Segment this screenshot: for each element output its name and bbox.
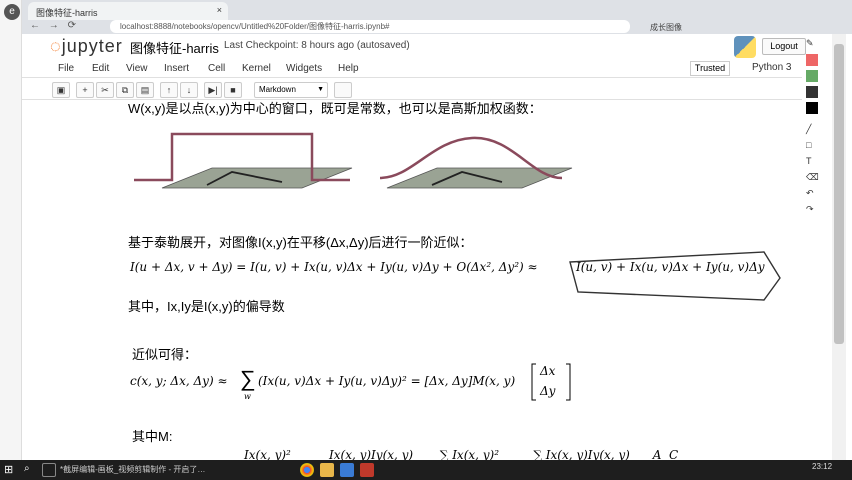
menu-insert[interactable]: Insert — [164, 63, 189, 74]
keyboard-icon[interactable] — [334, 82, 352, 98]
run-icon[interactable]: ▶| — [204, 82, 222, 98]
equation-sum-symbol: ∑ — [240, 366, 256, 391]
undo-icon[interactable]: ↶ — [806, 188, 818, 200]
vector-top: Δx — [540, 364, 556, 378]
line-tool-icon[interactable]: ╱ — [806, 124, 818, 136]
app-icon[interactable] — [360, 463, 374, 477]
move-down-icon[interactable]: ↓ — [180, 82, 198, 98]
tab-title: 图像特征-harris — [36, 8, 98, 18]
notebook-toolbar: ▣ + ✂ ⧉ ▤ ↑ ↓ ▶| ■ ⟳ Markdown ▼ — [22, 80, 802, 100]
logout-button[interactable]: Logout — [762, 38, 806, 55]
folder-icon[interactable] — [320, 463, 334, 477]
pen-icon[interactable]: ✎ — [806, 38, 818, 50]
shape-tool-icon[interactable]: □ — [806, 140, 818, 152]
notebook-title[interactable]: 图像特征-harris — [130, 38, 219, 57]
cell-type-select[interactable]: Markdown ▼ — [254, 82, 328, 98]
address-bar[interactable]: localhost:8888/notebooks/opencv/Untitled… — [110, 20, 630, 33]
paste-icon[interactable]: ▤ — [136, 82, 154, 98]
copy-icon[interactable]: ⧉ — [116, 82, 134, 98]
text-partial-derivatives: 其中，Ix,Iy是I(x,y)的偏导数 — [128, 299, 285, 314]
taskbar-clock: 23:12 — [812, 462, 833, 471]
jupyter-logo-icon: ◌ — [50, 36, 62, 56]
menu-file[interactable]: File — [58, 63, 74, 74]
text-tool-icon[interactable]: T — [806, 156, 818, 168]
menu-kernel[interactable]: Kernel — [242, 63, 271, 74]
equation-matrix-partial: Ix(x, y)² Ix(x, y)Iy(x, y) ∑ Ix(x, y)² ∑… — [244, 448, 679, 460]
window-figures — [134, 132, 573, 189]
add-icon[interactable]: + — [76, 82, 94, 98]
color-swatch-icon[interactable] — [806, 54, 818, 66]
chevron-down-icon: ▼ — [317, 86, 324, 93]
chrome-icon[interactable] — [300, 463, 314, 477]
tab-close-icon[interactable]: × — [217, 5, 222, 15]
windows-start-icon[interactable]: ⊞ — [4, 463, 18, 477]
save-icon[interactable]: ▣ — [52, 82, 70, 98]
text-window-definition: W(x,y)是以点(x,y)为中心的窗口，既可是常数，也可以是高斯加权函数： — [128, 101, 542, 116]
browser-tab[interactable]: 图像特征-harris × — [28, 2, 228, 20]
equation-sum-subscript: w — [244, 392, 251, 401]
color-swatch-icon[interactable] — [806, 102, 818, 114]
text-matrix-m: 其中M: — [132, 429, 173, 444]
eraser-icon[interactable]: ⌫ — [806, 172, 819, 184]
extension-logo-icon[interactable]: e — [4, 4, 20, 20]
annotation-toolbar: ✎ ╱ □ T ⌫ ↶ ↷ — [802, 34, 830, 234]
address-text: localhost:8888/notebooks/opencv/Untitled… — [120, 22, 390, 31]
menu-widgets[interactable]: Widgets — [286, 63, 322, 74]
back-icon[interactable]: ← — [30, 20, 40, 31]
menu-view[interactable]: View — [126, 63, 148, 74]
color-swatch-icon[interactable] — [806, 86, 818, 98]
text-taylor-expansion: 基于泰勒展开，对图像I(x,y)在平移(Δx,Δy)后进行一阶近似： — [128, 235, 473, 250]
browser-chrome: 图像特征-harris × ← → ⟳ localhost:8888/noteb… — [0, 0, 852, 34]
reload-icon[interactable]: ⟳ — [68, 20, 76, 31]
menu-bar: File Edit View Insert Cell Kernel Widget… — [22, 60, 802, 78]
search-icon[interactable]: ⌕ — [24, 463, 38, 477]
python-logo-icon — [734, 36, 756, 58]
right-plane — [386, 167, 573, 189]
menu-help[interactable]: Help — [338, 63, 359, 74]
jupyter-logo[interactable]: ◌jupyter — [50, 36, 123, 57]
equation-taylor-right: I(u, v) + Ix(u, v)Δx + Iy(u, v)Δy — [576, 260, 765, 274]
jupyter-header: ◌jupyter 图像特征-harris Last Checkpoint: 8 … — [22, 34, 806, 60]
vector-bottom: Δy — [540, 384, 556, 398]
kernel-indicator: Python 3 — [752, 62, 792, 73]
checkpoint-status: Last Checkpoint: 8 hours ago (autosaved) — [224, 40, 410, 51]
redo-icon[interactable]: ↷ — [806, 204, 818, 216]
hand-drawn-annotation-box — [569, 251, 781, 301]
extension-sidebar: e — [0, 0, 22, 460]
taskbar-window-title[interactable]: *截屏编辑-画板_视频剪辑制作 - 开启了… — [60, 464, 205, 475]
cut-icon[interactable]: ✂ — [96, 82, 114, 98]
menu-edit[interactable]: Edit — [92, 63, 109, 74]
move-up-icon[interactable]: ↑ — [160, 82, 178, 98]
left-plane — [161, 167, 353, 189]
stop-icon[interactable]: ■ — [224, 82, 242, 98]
forward-icon[interactable]: → — [49, 20, 59, 31]
scrollbar[interactable] — [832, 34, 846, 460]
equation-error-left: c(x, y; Δx, Δy) ≈ — [130, 374, 228, 388]
color-swatch-icon[interactable] — [806, 70, 818, 82]
equation-error-middle: (Ix(u, v)Δx + Iy(u, v)Δy)² = [Δx, Δy]M(x… — [258, 374, 516, 388]
taskview-icon[interactable] — [42, 463, 56, 477]
trusted-badge[interactable]: Trusted — [690, 61, 730, 76]
bookmark-item[interactable]: 成长图像 — [650, 22, 682, 33]
text-approximation: 近似可得： — [132, 347, 198, 362]
equation-taylor-left: I(u + Δx, v + Δy) = I(u, v) + Ix(u, v)Δx… — [130, 260, 538, 274]
app-icon[interactable] — [340, 463, 354, 477]
menu-cell[interactable]: Cell — [208, 63, 225, 74]
windows-taskbar: ⊞ ⌕ *截屏编辑-画板_视频剪辑制作 - 开启了… 23:12 — [0, 460, 852, 480]
notebook-cell-area: W(x,y)是以点(x,y)为中心的窗口，既可是常数，也可以是高斯加权函数： 基… — [110, 100, 800, 460]
scrollbar-thumb[interactable] — [834, 44, 844, 344]
